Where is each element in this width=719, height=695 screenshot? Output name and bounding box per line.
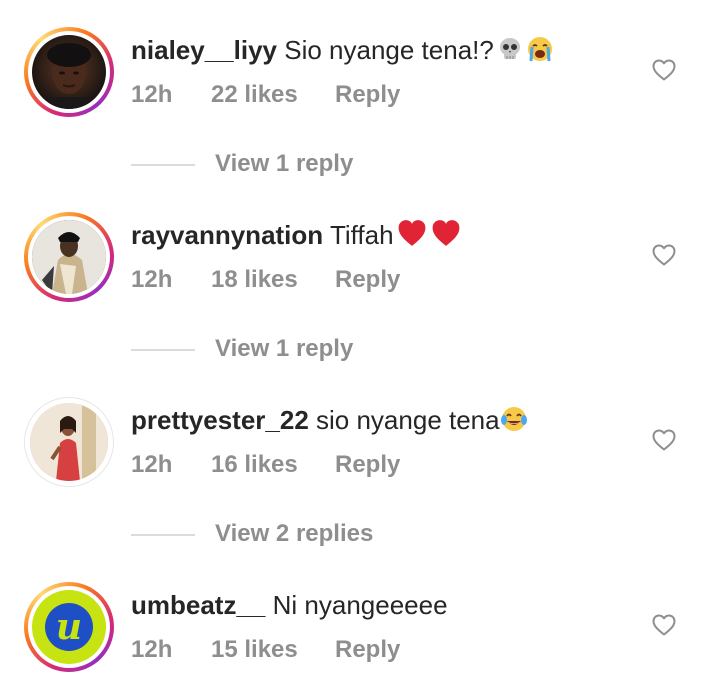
view-replies-button[interactable]: View 1 reply xyxy=(131,334,353,364)
comment-username[interactable]: rayvannynation xyxy=(131,220,323,250)
comment-time: 12h xyxy=(131,636,173,663)
comment-username[interactable]: prettyester_22 xyxy=(131,405,309,435)
reply-button[interactable]: Reply xyxy=(335,80,400,110)
view-replies-label: View 2 replies xyxy=(215,520,374,547)
avatar xyxy=(30,403,108,481)
avatar xyxy=(32,220,106,294)
comment-text: Ni nyangeeeee xyxy=(272,590,448,620)
avatar-photo xyxy=(30,403,108,481)
skull-emoji xyxy=(499,38,520,59)
comment-text: Tiffah xyxy=(329,220,394,250)
view-replies-button[interactable]: View 2 replies xyxy=(131,519,373,549)
comment-text: Sio nyange tena!? xyxy=(284,35,494,65)
face-with-tears-of-joy-emoji xyxy=(500,407,527,431)
avatar-logo: u xyxy=(45,603,93,651)
reply-button[interactable]: Reply xyxy=(335,635,400,665)
comment-likes-count[interactable]: 18 likes xyxy=(211,265,335,295)
comment-time: 12h xyxy=(131,266,173,293)
comment-likes-count[interactable]: 15 likes xyxy=(211,635,335,665)
comment-likes-count[interactable]: 22 likes xyxy=(211,80,335,110)
avatar-ring[interactable] xyxy=(24,397,114,487)
avatar-photo xyxy=(32,220,106,294)
avatar-photo xyxy=(47,43,91,109)
replies-divider-line xyxy=(131,348,195,351)
comment-username[interactable]: nialey__liyy xyxy=(131,35,277,65)
view-replies-label: View 1 reply xyxy=(215,150,354,177)
view-replies-button[interactable]: View 1 reply xyxy=(131,149,353,179)
avatar: u xyxy=(32,590,106,664)
heart-outline-icon[interactable] xyxy=(652,429,676,451)
heart-outline-icon[interactable] xyxy=(652,244,676,266)
avatar-story-ring[interactable] xyxy=(24,27,114,117)
loudly-crying-face-emoji xyxy=(527,37,552,62)
red-heart-emoji xyxy=(398,220,425,246)
replies-divider-line xyxy=(131,533,195,536)
comment-time: 12h xyxy=(131,451,173,478)
avatar xyxy=(32,35,106,109)
comment-likes-count[interactable]: 16 likes xyxy=(211,450,335,480)
comment-text: sio nyange tena xyxy=(316,405,500,435)
comment-username[interactable]: umbeatz__ xyxy=(131,590,265,620)
avatar-story-ring[interactable] xyxy=(24,212,114,302)
reply-button[interactable]: Reply xyxy=(335,265,400,295)
heart-outline-icon[interactable] xyxy=(652,614,676,636)
red-heart-emoji xyxy=(432,220,459,246)
view-replies-label: View 1 reply xyxy=(215,335,354,362)
heart-outline-icon[interactable] xyxy=(652,59,676,81)
avatar-story-ring[interactable]: u xyxy=(24,582,114,672)
replies-divider-line xyxy=(131,163,195,166)
comment-time: 12h xyxy=(131,81,173,108)
reply-button[interactable]: Reply xyxy=(335,450,400,480)
